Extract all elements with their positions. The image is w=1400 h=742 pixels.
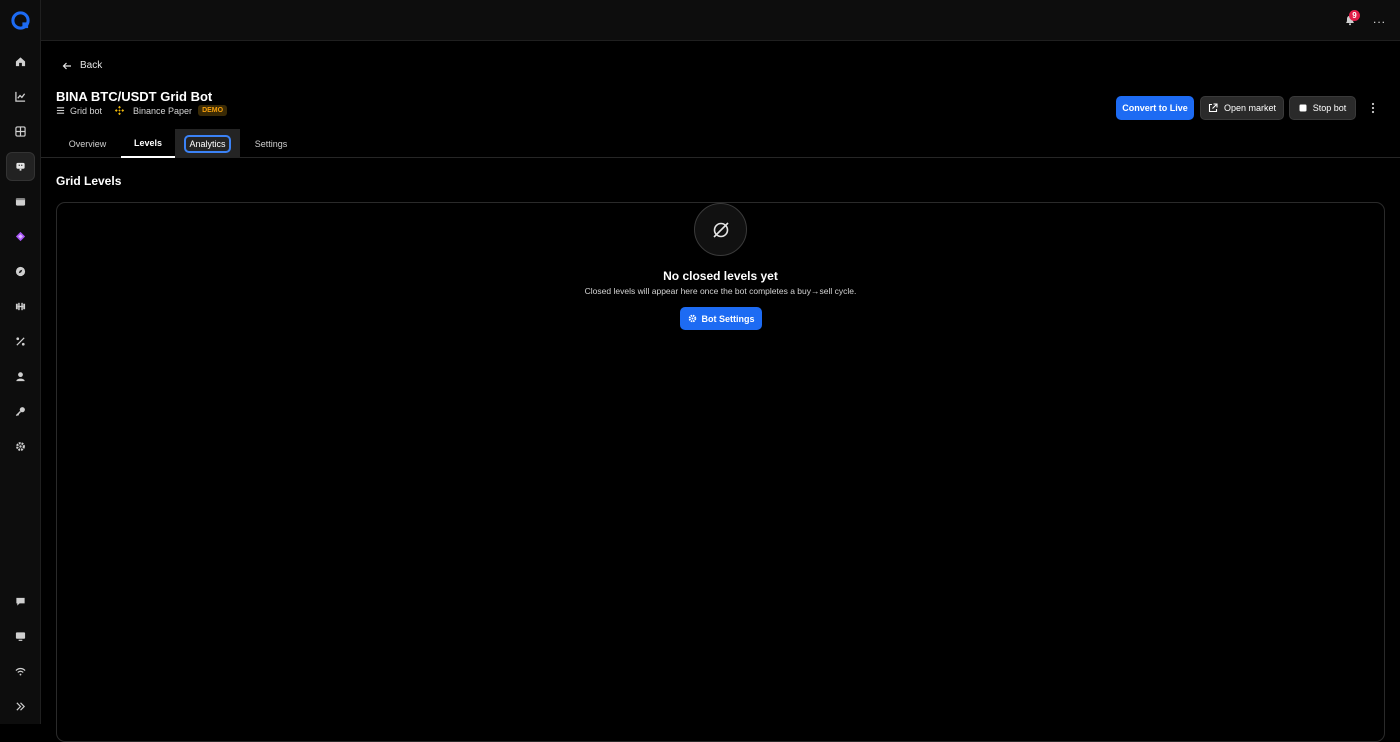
user-icon[interactable] bbox=[6, 362, 35, 391]
diamond-icon[interactable] bbox=[6, 222, 35, 251]
notification-badge: 9 bbox=[1349, 10, 1360, 21]
bot-icon[interactable] bbox=[6, 152, 35, 181]
more-menu-icon[interactable]: ... bbox=[1373, 12, 1386, 26]
bot-settings-button[interactable]: Bot Settings bbox=[680, 307, 762, 330]
tab-overview[interactable]: Overview bbox=[56, 129, 119, 158]
arrow-left-icon bbox=[62, 62, 71, 69]
compass-icon[interactable] bbox=[6, 257, 35, 286]
external-link-icon bbox=[1208, 103, 1218, 113]
dumbbell-icon[interactable] bbox=[6, 292, 35, 321]
convert-to-live-button[interactable]: Convert to Live bbox=[1116, 96, 1194, 120]
page-title: BINA BTC/USDT Grid Bot bbox=[56, 89, 213, 104]
top-bar: 9 ... bbox=[41, 0, 1400, 41]
wifi-icon[interactable] bbox=[6, 657, 35, 686]
stop-bot-label: Stop bot bbox=[1312, 103, 1347, 113]
demo-badge: DEMO bbox=[198, 105, 228, 116]
expand-sidebar-icon[interactable] bbox=[6, 692, 35, 721]
open-market-label: Open market bbox=[1223, 103, 1277, 113]
kebab-menu-icon[interactable] bbox=[1368, 100, 1378, 116]
convert-to-live-label: Convert to Live bbox=[1122, 103, 1188, 113]
tab-levels[interactable]: Levels bbox=[121, 129, 175, 158]
tab-settings[interactable]: Settings bbox=[240, 129, 302, 158]
open-market-button[interactable]: Open market bbox=[1200, 96, 1284, 120]
section-title: Grid Levels bbox=[56, 174, 122, 188]
bot-type: Grid bot bbox=[70, 105, 103, 116]
stop-bot-button[interactable]: Stop bot bbox=[1289, 96, 1356, 120]
empty-state-title: No closed levels yet bbox=[663, 269, 778, 283]
grid-icon[interactable] bbox=[6, 117, 35, 146]
wallet-icon[interactable] bbox=[6, 187, 35, 216]
tab-bar: Overview Levels Analytics Settings bbox=[41, 129, 1400, 158]
stop-icon bbox=[1299, 104, 1307, 112]
bot-settings-label: Bot Settings bbox=[701, 313, 755, 324]
tab-settings-label: Settings bbox=[254, 138, 288, 149]
key-icon[interactable] bbox=[6, 397, 35, 426]
tab-analytics-label: Analytics bbox=[184, 134, 231, 153]
empty-set-icon bbox=[694, 203, 747, 256]
app-logo-icon[interactable] bbox=[11, 11, 30, 30]
bot-meta: Grid bot Binance Paper DEMO bbox=[56, 105, 228, 116]
chat-icon[interactable] bbox=[6, 587, 35, 616]
chart-icon[interactable] bbox=[6, 82, 35, 111]
exchange-name: Binance Paper bbox=[133, 105, 193, 116]
tab-analytics[interactable]: Analytics bbox=[175, 129, 240, 158]
sidebar bbox=[0, 0, 41, 724]
back-label: Back bbox=[80, 60, 103, 71]
back-link[interactable]: Back bbox=[62, 60, 102, 71]
binance-icon bbox=[114, 105, 125, 116]
tab-levels-label: Levels bbox=[133, 137, 163, 148]
tab-overview-label: Overview bbox=[68, 138, 107, 149]
percent-icon[interactable] bbox=[6, 327, 35, 356]
monitor-icon[interactable] bbox=[6, 622, 35, 651]
home-icon[interactable] bbox=[6, 47, 35, 76]
gear-icon bbox=[688, 314, 696, 323]
grid-levels-panel: No closed levels yet Closed levels will … bbox=[56, 202, 1385, 742]
settings-gear-icon[interactable] bbox=[6, 432, 35, 461]
empty-state-description: Closed levels will appear here once the … bbox=[584, 286, 857, 296]
list-icon bbox=[56, 107, 65, 114]
